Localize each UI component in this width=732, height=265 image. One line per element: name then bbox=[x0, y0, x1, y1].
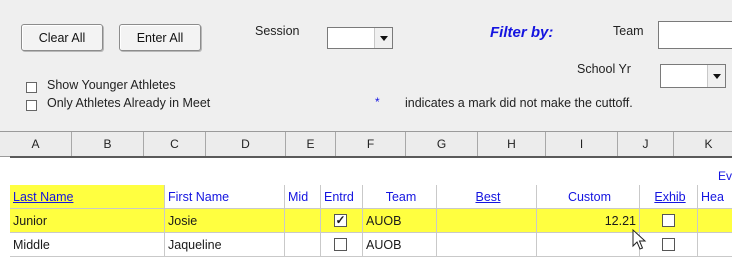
table-row[interactable]: Junior Josie ✓ AUOB 12.21 bbox=[10, 209, 732, 233]
header-mid[interactable]: Mid bbox=[285, 185, 321, 209]
header-first-name[interactable]: First Name bbox=[165, 185, 285, 209]
column-letter[interactable]: A bbox=[0, 132, 72, 156]
entrd-cell[interactable] bbox=[321, 233, 363, 257]
team-cell[interactable]: AUOB bbox=[363, 209, 437, 233]
exhib-cell[interactable] bbox=[640, 233, 698, 257]
custom-cell[interactable]: 12.21 bbox=[537, 209, 640, 233]
exhib-checkbox[interactable] bbox=[662, 214, 675, 227]
team-cell[interactable]: AUOB bbox=[363, 233, 437, 257]
entrd-checkbox[interactable]: ✓ bbox=[334, 214, 347, 227]
column-letter[interactable]: I bbox=[546, 132, 618, 156]
mouse-pointer-icon bbox=[632, 229, 647, 250]
event-band: Ev bbox=[10, 156, 732, 185]
column-letter[interactable]: C bbox=[144, 132, 206, 156]
header-entrd[interactable]: Entrd bbox=[321, 185, 363, 209]
only-in-meet-label: Only Athletes Already in Meet bbox=[47, 96, 211, 110]
hea-cell[interactable] bbox=[698, 233, 732, 257]
column-letter[interactable]: G bbox=[406, 132, 478, 156]
column-letter[interactable]: B bbox=[72, 132, 144, 156]
enter-all-button[interactable]: Enter All bbox=[119, 24, 201, 51]
header-last-name[interactable]: Last Name bbox=[10, 185, 165, 209]
exhib-checkbox[interactable] bbox=[662, 238, 675, 251]
mid-cell[interactable] bbox=[285, 233, 321, 257]
custom-cell[interactable] bbox=[537, 233, 640, 257]
column-letter[interactable]: H bbox=[478, 132, 546, 156]
table-row[interactable]: Middle Jaqueline AUOB bbox=[10, 233, 732, 257]
best-cell[interactable] bbox=[437, 209, 537, 233]
best-cell[interactable] bbox=[437, 233, 537, 257]
column-letter[interactable]: E bbox=[286, 132, 336, 156]
table-header-row: Last Name First Name Mid Entrd Team Best… bbox=[10, 185, 732, 209]
filter-by-label: Filter by: bbox=[490, 24, 554, 41]
column-letter[interactable]: D bbox=[206, 132, 286, 156]
sheet-column-header: A B C D E F G H I J K bbox=[0, 131, 732, 157]
column-letter[interactable]: J bbox=[618, 132, 674, 156]
clear-all-button[interactable]: Clear All bbox=[21, 24, 103, 51]
school-yr-label: School Yr bbox=[577, 62, 631, 76]
entry-controls-panel: Clear All Enter All Session Filter by: T… bbox=[0, 0, 732, 131]
chevron-down-icon[interactable] bbox=[374, 28, 392, 48]
only-in-meet-checkbox[interactable] bbox=[26, 100, 37, 111]
header-best[interactable]: Best bbox=[437, 185, 537, 209]
team-field[interactable] bbox=[658, 21, 732, 49]
header-team[interactable]: Team bbox=[363, 185, 437, 209]
session-label: Session bbox=[255, 24, 300, 38]
exhib-cell[interactable] bbox=[640, 209, 698, 233]
header-hea[interactable]: Hea bbox=[698, 185, 732, 209]
first-name-cell[interactable]: Josie bbox=[165, 209, 285, 233]
show-younger-checkbox[interactable] bbox=[26, 82, 37, 93]
header-custom[interactable]: Custom bbox=[537, 185, 640, 209]
last-name-cell[interactable]: Middle bbox=[10, 233, 165, 257]
entrd-checkbox[interactable] bbox=[334, 238, 347, 251]
column-letter[interactable]: K bbox=[674, 132, 732, 156]
event-band-label: Ev bbox=[717, 169, 732, 183]
session-select[interactable] bbox=[327, 27, 393, 49]
last-name-cell[interactable]: Junior bbox=[10, 209, 165, 233]
asterisk-marker: * bbox=[375, 95, 380, 109]
first-name-cell[interactable]: Jaqueline bbox=[165, 233, 285, 257]
show-younger-label: Show Younger Athletes bbox=[47, 78, 176, 92]
checkmark-icon: ✓ bbox=[335, 213, 346, 227]
hea-cell[interactable] bbox=[698, 209, 732, 233]
chevron-down-icon[interactable] bbox=[707, 65, 725, 87]
mid-cell[interactable] bbox=[285, 209, 321, 233]
column-letter[interactable]: F bbox=[336, 132, 406, 156]
school-yr-select[interactable] bbox=[660, 64, 726, 88]
cutoff-note: indicates a mark did not make the cuttof… bbox=[405, 96, 633, 110]
header-exhib[interactable]: Exhib bbox=[640, 185, 698, 209]
team-label: Team bbox=[613, 24, 644, 38]
entrd-cell[interactable]: ✓ bbox=[321, 209, 363, 233]
